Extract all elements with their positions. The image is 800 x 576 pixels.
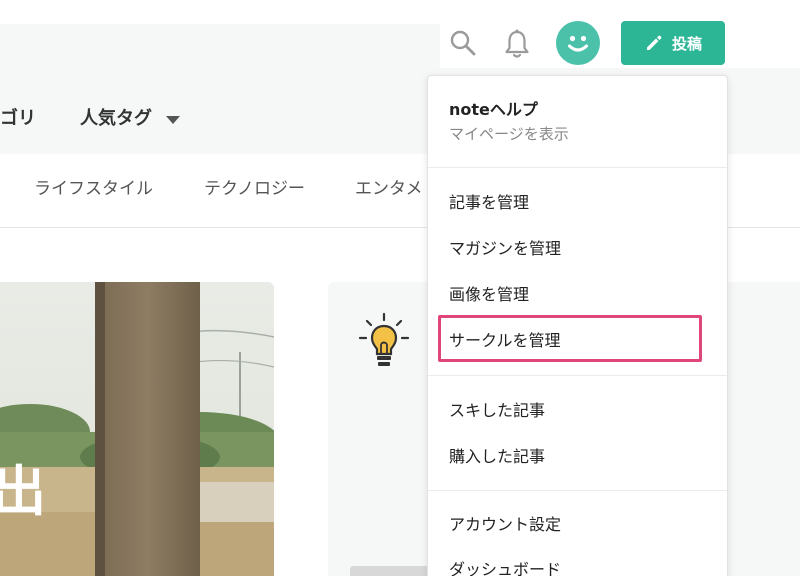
smiley-avatar-icon[interactable] <box>556 21 600 65</box>
popular-tags-menu[interactable]: 人気タグ <box>80 108 152 130</box>
chevron-down-icon[interactable] <box>166 116 180 124</box>
article-photo-card[interactable]: 出 <box>0 282 274 576</box>
menu-item-manage-magazines[interactable]: マガジンを管理 <box>449 239 561 259</box>
menu-item-dashboard[interactable]: ダッシュボード <box>449 560 561 576</box>
tab-technology[interactable]: テクノロジー <box>204 178 305 200</box>
pencil-icon <box>646 35 662 50</box>
menu-item-purchased-articles[interactable]: 購入した記事 <box>449 447 545 467</box>
menu-item-manage-images[interactable]: 画像を管理 <box>449 285 529 305</box>
top-bar-left-strip <box>0 24 440 68</box>
menu-item-manage-articles[interactable]: 記事を管理 <box>449 193 529 213</box>
menu-divider <box>428 490 727 491</box>
menu-divider <box>428 167 727 168</box>
category-menu[interactable]: ゴリ <box>0 108 36 130</box>
post-button-label: 投稿 <box>671 34 702 53</box>
tab-lifestyle[interactable]: ライフスタイル <box>34 178 153 200</box>
search-icon[interactable] <box>448 28 478 58</box>
menu-item-account-settings[interactable]: アカウント設定 <box>449 515 561 535</box>
menu-item-liked-articles[interactable]: スキした記事 <box>449 401 545 421</box>
info-card-button-stub <box>350 566 430 576</box>
menu-view-mypage[interactable]: マイページを表示 <box>449 124 569 144</box>
post-button[interactable]: 投稿 <box>621 21 725 65</box>
highlight-box <box>438 315 702 362</box>
menu-profile-name[interactable]: noteヘルプ <box>449 100 538 120</box>
lightbulb-icon <box>358 312 410 366</box>
bell-icon[interactable] <box>502 28 532 60</box>
article-photo-image: 出 <box>0 282 274 576</box>
tab-entertainment[interactable]: エンタメ <box>355 178 423 200</box>
menu-divider <box>428 375 727 376</box>
photo-overlay-text: 出 <box>0 460 46 523</box>
